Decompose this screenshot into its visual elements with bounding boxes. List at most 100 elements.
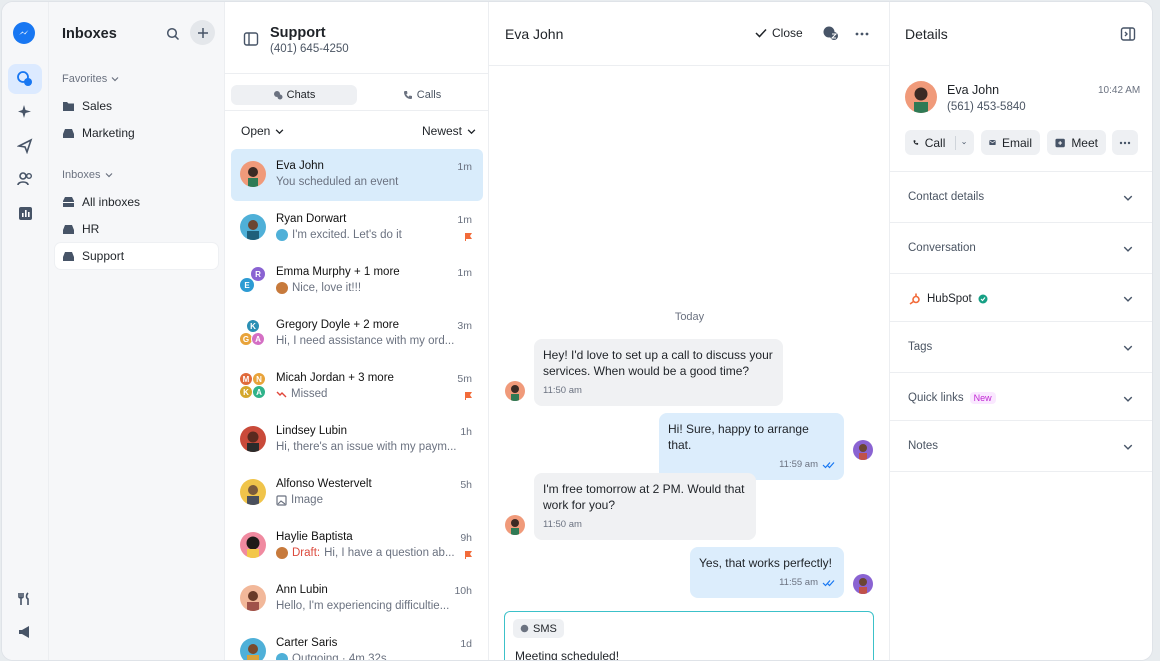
message-composer[interactable]: SMS Meeting scheduled! xyxy=(504,611,874,660)
reports-nav-icon[interactable] xyxy=(8,198,42,228)
status-filter-value: Open xyxy=(241,124,271,138)
conversation-preview: Missed xyxy=(276,388,456,400)
sidebar-item-support[interactable]: Support xyxy=(55,243,218,269)
conversation-item[interactable]: K G A Gregory Doyle + 2 more Hi, I need … xyxy=(231,308,483,360)
favorites-group[interactable]: Favorites xyxy=(62,73,119,85)
section-tags[interactable]: Tags xyxy=(890,322,1152,373)
tab-chats[interactable]: Chats xyxy=(231,85,357,105)
conversation-preview: Draft: Hi, I have a question ab... xyxy=(276,547,456,559)
nav-rail xyxy=(2,2,49,660)
avatar-initial: A xyxy=(256,387,262,397)
conversation-item[interactable]: Lindsey Lubin Hi, there's an issue with … xyxy=(231,414,483,466)
chats-calls-toggle: Chats Calls xyxy=(225,74,489,111)
sidebar-item-label: Support xyxy=(82,249,125,263)
sidebar-item-label: Sales xyxy=(82,99,113,113)
inboxes-group[interactable]: Inboxes xyxy=(62,169,113,181)
chevron-down-icon xyxy=(1123,444,1133,450)
avatar xyxy=(240,214,266,240)
conversation-item[interactable]: Haylie Baptista Draft: Hi, I have a quest… xyxy=(231,520,483,572)
message-time: 11:59 am xyxy=(779,459,818,470)
conversation-item[interactable]: M N K A Micah Jordan + 3 more Missed 5m xyxy=(231,361,483,413)
avatar xyxy=(240,161,266,187)
tools-nav-icon[interactable] xyxy=(8,584,42,614)
conversation-preview: Outgoing · 4m 32s xyxy=(276,653,456,660)
meet-button[interactable]: Meet xyxy=(1047,130,1106,155)
conversation-item[interactable]: R E Emma Murphy + 1 more Nice, love it!!… xyxy=(231,255,483,307)
message-incoming: Hey! I'd love to set up a call to discus… xyxy=(534,339,783,406)
message-incoming: I'm free tomorrow at 2 PM. Would that wo… xyxy=(534,473,756,540)
avatar xyxy=(240,426,266,452)
sidebar-toggle-icon[interactable] xyxy=(243,31,259,47)
folder-icon xyxy=(63,102,74,111)
status-filter[interactable]: Open xyxy=(241,124,284,138)
add-icon[interactable] xyxy=(190,20,215,45)
call-label: Call xyxy=(924,135,946,150)
section-hubspot[interactable]: HubSpot xyxy=(890,274,1152,322)
section-conversation[interactable]: Conversation xyxy=(890,223,1152,274)
message-text: Hey! I'd love to set up a call to discus… xyxy=(543,348,773,378)
avatar-mini xyxy=(276,229,288,241)
chevron-down-icon xyxy=(1123,246,1133,252)
calendar-icon xyxy=(1055,138,1065,148)
sidebar-item-hr[interactable]: HR xyxy=(55,216,218,242)
sidebar-item-sales[interactable]: Sales xyxy=(55,93,218,119)
inbox-nav-icon[interactable] xyxy=(8,64,42,94)
avatar-mini xyxy=(276,282,288,294)
conversation-item[interactable]: Ann Lubin Hello, I'm experiencing diffic… xyxy=(231,573,483,625)
message-outgoing: Yes, that works perfectly! 11:55 am xyxy=(690,547,844,598)
sort-filter[interactable]: Newest xyxy=(422,124,476,138)
section-notes[interactable]: Notes xyxy=(890,421,1152,472)
conversation-item[interactable]: Eva John You scheduled an event 1m xyxy=(231,149,483,201)
messenger-logo-icon[interactable] xyxy=(13,22,35,44)
flag-icon xyxy=(465,392,472,400)
sparkle-nav-icon[interactable] xyxy=(8,97,42,127)
conversation-preview: Hi, I need assistance with my ord... xyxy=(276,335,456,347)
conversation-name: Ryan Dorwart xyxy=(276,213,347,225)
message-text: Yes, that works perfectly! xyxy=(699,556,832,570)
conversation-preview: Hello, I'm experiencing difficultie... xyxy=(276,600,456,612)
avatar xyxy=(240,479,266,505)
conversation-name: Eva John xyxy=(276,160,324,172)
conversation-time: 3m xyxy=(457,320,472,332)
channel-selector[interactable]: SMS xyxy=(513,619,564,638)
conversation-item[interactable]: Alfonso Westervelt Image 5h xyxy=(231,467,483,519)
snooze-icon[interactable] xyxy=(822,25,839,42)
section-contact-details[interactable]: Contact details xyxy=(890,172,1152,223)
conversation-name: Micah Jordan + 3 more xyxy=(276,372,394,384)
more-actions-button[interactable] xyxy=(1112,130,1138,155)
message-text: I'm free tomorrow at 2 PM. Would that wo… xyxy=(543,482,745,512)
composer-text[interactable]: Meeting scheduled! xyxy=(515,649,619,660)
call-button[interactable]: Call xyxy=(905,130,974,155)
send-nav-icon[interactable] xyxy=(8,131,42,161)
chevron-down-icon xyxy=(111,77,119,82)
sidebar-item-all-inboxes[interactable]: All inboxes xyxy=(55,189,218,215)
email-button[interactable]: Email xyxy=(981,130,1040,155)
close-conversation-button[interactable]: Close xyxy=(755,26,803,40)
conversation-item[interactable]: Ryan Dorwart I'm excited. Let's do it 1m xyxy=(231,202,483,254)
chevron-down-icon xyxy=(1123,345,1133,351)
tab-label: Calls xyxy=(416,89,442,101)
more-icon[interactable] xyxy=(855,32,869,36)
new-badge: New xyxy=(969,392,996,404)
chevron-down-icon xyxy=(105,173,112,178)
chevron-down-icon[interactable] xyxy=(962,139,966,147)
conversation-preview: You scheduled an event xyxy=(276,176,456,188)
sidebar-item-label: All inboxes xyxy=(82,195,141,209)
check-icon xyxy=(755,28,767,38)
search-icon[interactable] xyxy=(163,24,183,44)
section-quick-links[interactable]: Quick links New xyxy=(890,373,1152,421)
contacts-nav-icon[interactable] xyxy=(8,164,42,194)
chat-bubble-icon xyxy=(273,91,283,100)
avatar xyxy=(505,381,525,401)
chevron-down-icon xyxy=(467,128,476,134)
conversation-name: Lindsey Lubin xyxy=(276,425,347,437)
inbox-phone: (401) 645-4250 xyxy=(270,43,349,55)
announcements-nav-icon[interactable] xyxy=(8,617,42,647)
conversation-time: 1d xyxy=(460,638,472,650)
collapse-panel-icon[interactable] xyxy=(1120,26,1136,42)
sidebar-item-marketing[interactable]: Marketing xyxy=(55,120,218,146)
conversation-time: 1h xyxy=(460,426,472,438)
sort-value: Newest xyxy=(422,124,463,138)
tab-calls[interactable]: Calls xyxy=(360,85,484,105)
avatar-initial: K xyxy=(250,321,256,331)
